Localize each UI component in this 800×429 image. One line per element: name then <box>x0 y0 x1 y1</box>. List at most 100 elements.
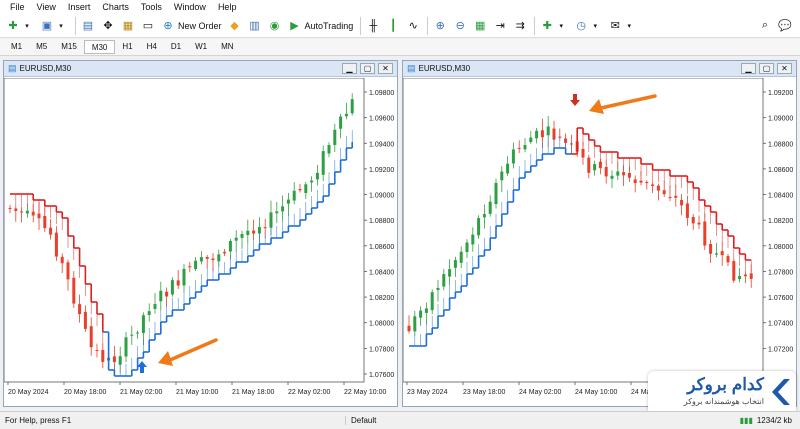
autoscroll-button[interactable]: ⇉ <box>511 16 529 36</box>
candle-body <box>749 273 753 279</box>
globe-button[interactable]: ◉ <box>266 16 284 36</box>
tile-windows-button[interactable]: ▦ <box>471 16 489 36</box>
candlestick-button[interactable]: ┃ <box>384 16 402 36</box>
candle-body <box>680 199 684 206</box>
candle-body <box>703 221 707 246</box>
terminal-button[interactable]: ▭ <box>139 16 157 36</box>
menu-window[interactable]: Window <box>168 0 212 14</box>
candle-body <box>240 234 244 238</box>
candle-body <box>101 350 105 362</box>
candle-body <box>170 280 174 295</box>
y-tick-label: 1.07600 <box>768 295 793 302</box>
tf-m1[interactable]: M1 <box>4 40 29 54</box>
price-chart[interactable]: 1.09800 1.09600 1.09400 1.09200 1.09000 1.088… <box>4 78 397 406</box>
profiles-button[interactable]: ▣ ▾ <box>38 16 70 36</box>
chat-button[interactable]: 💬 <box>776 16 794 36</box>
print-icon: ▥ <box>249 20 260 32</box>
candle-body <box>633 179 637 184</box>
candle-body <box>54 232 58 257</box>
candle-body <box>500 171 504 181</box>
indicators-button[interactable]: ✚ ▾ <box>538 16 570 36</box>
diamond-icon: ◆ <box>230 20 239 32</box>
data-window-icon: ▦ <box>122 20 134 32</box>
menu-insert[interactable]: Insert <box>62 0 97 14</box>
candle-body <box>298 188 302 191</box>
candle-body <box>25 210 29 214</box>
connection-icon: ▮▮▮ <box>739 416 753 425</box>
tf-w1[interactable]: W1 <box>188 40 214 54</box>
templates-button[interactable]: ✉ ▾ <box>606 16 638 36</box>
close-button[interactable]: ✕ <box>378 63 393 74</box>
traffic-label: 1234/2 kb <box>756 416 792 425</box>
candle-body <box>610 175 614 179</box>
search-button[interactable]: ⌕ <box>756 16 774 36</box>
zoom-in-button[interactable]: ⊕ <box>431 16 449 36</box>
metaeditor-button[interactable]: ◆ <box>226 16 244 36</box>
candle-body <box>188 266 192 268</box>
tf-d1[interactable]: D1 <box>164 40 188 54</box>
y-tick-label: 1.08800 <box>369 218 394 225</box>
minimize-button[interactable]: ▁ <box>741 63 756 74</box>
new-order-button[interactable]: ⊕ New Order <box>159 16 224 36</box>
zoom-out-button[interactable]: ⊖ <box>451 16 469 36</box>
candle-body <box>714 253 718 255</box>
menu-charts[interactable]: Charts <box>96 0 135 14</box>
line-chart-button[interactable]: ∿ <box>404 16 422 36</box>
tf-m30[interactable]: M30 <box>83 40 116 54</box>
candle-body <box>674 195 678 198</box>
minimize-button[interactable]: ▁ <box>342 63 357 74</box>
candle-body <box>743 274 747 277</box>
tf-h1[interactable]: H1 <box>115 40 139 54</box>
data-window-button[interactable]: ▦ <box>119 16 137 36</box>
tf-m15[interactable]: M15 <box>54 40 84 54</box>
menu-view[interactable]: View <box>31 0 62 14</box>
chart-window-titlebar[interactable]: ▤ EURUSD,M30 ▁ ▢ ✕ <box>403 61 796 77</box>
candle-body <box>136 332 140 334</box>
tf-h4[interactable]: H4 <box>140 40 164 54</box>
maximize-button[interactable]: ▢ <box>759 63 774 74</box>
menu-help[interactable]: Help <box>212 0 243 14</box>
candle-body <box>95 350 99 352</box>
y-tick-label: 1.07800 <box>369 346 394 353</box>
chart-window-titlebar[interactable]: ▤ EURUSD,M30 ▁ ▢ ✕ <box>4 61 397 77</box>
menu-tools[interactable]: Tools <box>135 0 168 14</box>
candle-body <box>709 243 713 254</box>
candle-body <box>407 325 411 332</box>
candle-body <box>350 99 354 114</box>
candle-body <box>321 151 325 175</box>
menu-file[interactable]: File <box>4 0 31 14</box>
candle-body <box>587 157 591 173</box>
autoscroll-icon: ⇉ <box>515 20 525 32</box>
y-tick-label: 1.09600 <box>369 116 394 123</box>
price-chart[interactable]: 1.09200 1.09000 1.08800 1.08600 1.08400 1.082… <box>403 78 796 406</box>
tf-m5[interactable]: M5 <box>29 40 54 54</box>
navigator-button[interactable]: ✥ <box>99 16 117 36</box>
maximize-button[interactable]: ▢ <box>360 63 375 74</box>
periods-button[interactable]: ◷ ▾ <box>572 16 604 36</box>
candle-body <box>292 190 296 201</box>
x-tick-label: 20 May 18:00 <box>64 389 107 396</box>
market-watch-button[interactable]: ▤ <box>79 16 97 36</box>
candle-body <box>333 129 337 145</box>
y-tick-label: 1.09200 <box>369 167 394 174</box>
autotrading-button[interactable]: ▶ AutoTrading <box>286 16 356 36</box>
bar-chart-button[interactable]: ╫ <box>364 16 382 36</box>
close-button[interactable]: ✕ <box>777 63 792 74</box>
new-chart-button[interactable]: ✚ ▾ <box>4 16 36 36</box>
candle-body <box>78 304 82 315</box>
tf-mn[interactable]: MN <box>214 40 240 54</box>
candle-body <box>436 287 440 290</box>
y-tick-label: 1.07800 <box>768 269 793 276</box>
chart-window-left[interactable]: ▤ EURUSD,M30 ▁ ▢ ✕ 1.09800 1.09600 1.09400… <box>3 60 398 407</box>
candle-body <box>477 218 481 236</box>
chart-shift-button[interactable]: ⇥ <box>491 16 509 36</box>
candle-body <box>726 256 730 263</box>
candle-body <box>8 207 12 209</box>
globe-icon: ◉ <box>269 20 280 32</box>
chart-window-right[interactable]: ▤ EURUSD,M30 ▁ ▢ ✕ 1.09200 1.09000 1.08800… <box>402 60 797 407</box>
x-tick-label: 24 May 10:00 <box>575 389 618 396</box>
print-button[interactable]: ▥ <box>246 16 264 36</box>
bar-chart-icon: ╫ <box>369 19 378 32</box>
crosshair-move-icon: ✥ <box>103 20 113 32</box>
x-tick-label: 21 May 10:00 <box>176 389 219 396</box>
